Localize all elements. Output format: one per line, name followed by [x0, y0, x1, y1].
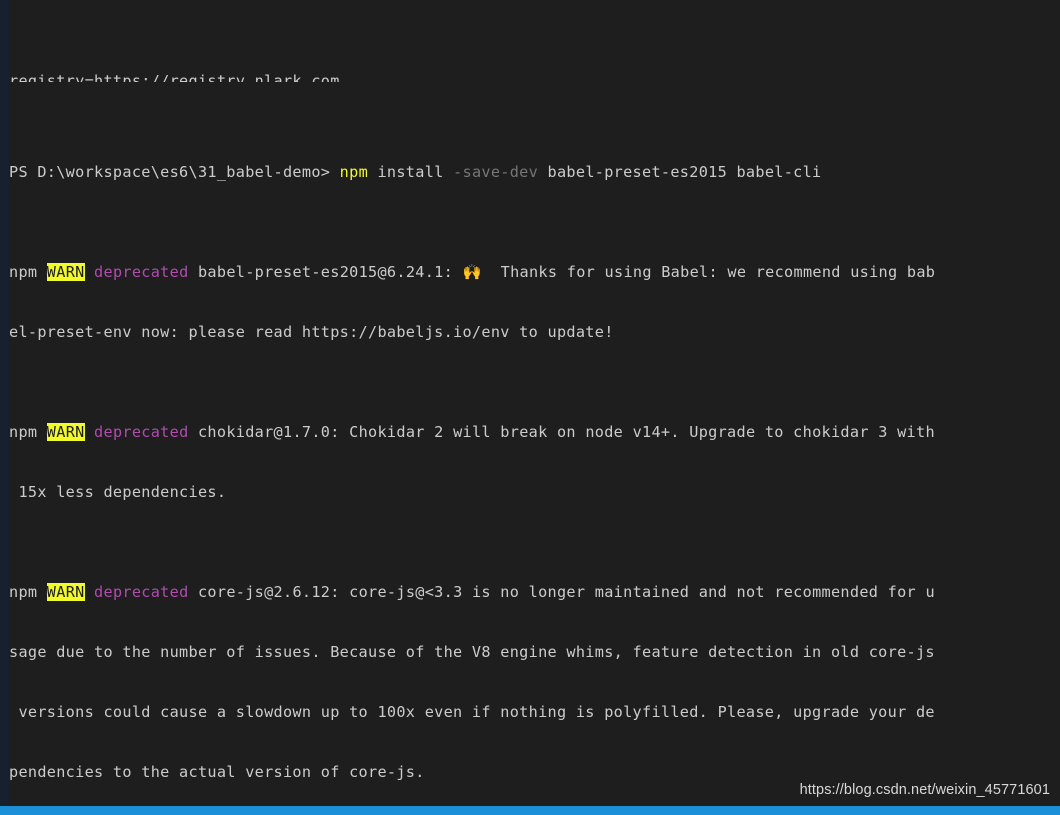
command-name: npm: [339, 163, 369, 181]
npm-warn-line: npm WARN deprecated chokidar@1.7.0: Chok…: [9, 422, 1060, 442]
deprecated-label: deprecated: [94, 583, 189, 601]
deprecated-message: Thanks for using Babel: we recommend usi…: [481, 263, 936, 281]
deprecated-package: chokidar@1.7.0: Chokidar 2 will break on…: [188, 423, 935, 441]
npm-warn-wrap: el-preset-env now: please read https://b…: [9, 322, 1060, 342]
deprecated-package: babel-preset-es2015@6.24.1:: [188, 263, 463, 281]
console-output[interactable]: registry=https://registry.nlark.com PS D…: [0, 0, 1060, 815]
raising-hands-emoji: 🙌: [462, 263, 482, 281]
left-edge-bar: [0, 0, 9, 815]
npm-prefix: npm: [9, 423, 47, 441]
npm-prefix: npm: [9, 263, 47, 281]
terminal-window[interactable]: registry=https://registry.nlark.com PS D…: [0, 0, 1060, 815]
npm-warn-wrap: pendencies to the actual version of core…: [9, 762, 1060, 782]
deprecated-message-wrap: pendencies to the actual version of core…: [9, 763, 425, 781]
deprecated-label: deprecated: [94, 423, 189, 441]
warn-badge: WARN: [46, 423, 85, 441]
scrollback-partial-line: registry=https://registry.nlark.com: [9, 71, 1060, 82]
command-flag: -save-dev: [453, 163, 539, 181]
npm-warn-wrap: 15x less dependencies.: [9, 482, 1060, 502]
registry-config-text: registry=https://registry.nlark.com: [9, 72, 340, 82]
npm-prefix: npm: [9, 583, 47, 601]
npm-warn-line: npm WARN deprecated core-js@2.6.12: core…: [9, 582, 1060, 602]
deprecated-message-wrap: sage due to the number of issues. Becaus…: [9, 643, 935, 661]
warn-badge: WARN: [46, 263, 85, 281]
deprecated-label: deprecated: [94, 263, 189, 281]
deprecated-package: core-js@2.6.12: core-js@<3.3 is no longe…: [188, 583, 935, 601]
deprecated-message-wrap: 15x less dependencies.: [9, 483, 227, 501]
bottom-taskbar-strip: [0, 806, 1060, 815]
watermark-url: https://blog.csdn.net/weixin_45771601: [799, 782, 1050, 798]
prompt-path: PS D:\workspace\es6\31_babel-demo>: [9, 163, 340, 181]
npm-warn-wrap: sage due to the number of issues. Becaus…: [9, 642, 1060, 662]
command-args: babel-preset-es2015 babel-cli: [538, 163, 822, 181]
warn-badge: WARN: [46, 583, 85, 601]
npm-warn-wrap: versions could cause a slowdown up to 10…: [9, 702, 1060, 722]
command-subcommand: install: [368, 163, 454, 181]
npm-warn-line: npm WARN deprecated babel-preset-es2015@…: [9, 262, 1060, 282]
deprecated-message-wrap: versions could cause a slowdown up to 10…: [9, 703, 935, 721]
deprecated-message-wrap: el-preset-env now: please read https://b…: [9, 323, 614, 341]
prompt-line[interactable]: PS D:\workspace\es6\31_babel-demo> npm i…: [9, 162, 1060, 182]
